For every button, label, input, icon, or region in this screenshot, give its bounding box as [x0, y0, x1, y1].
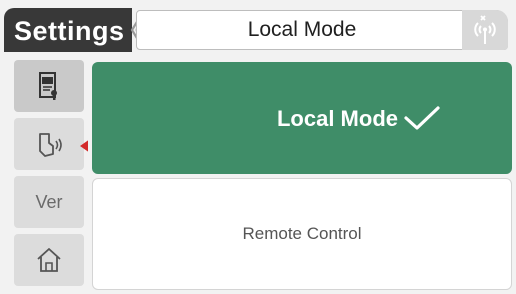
remote-control-label: Remote Control: [242, 224, 362, 243]
sidebar-item-settings-document[interactable]: [14, 60, 84, 112]
settings-tab: Settings: [4, 8, 132, 52]
signal-button[interactable]: [462, 10, 508, 50]
header-bar: Settings Local Mode: [0, 0, 516, 58]
mode-options-panel: Local Mode Remote Control: [88, 58, 516, 294]
local-mode-label: Local Mode: [276, 106, 398, 131]
current-mode-label: Local Mode: [247, 18, 357, 41]
home-icon: [37, 248, 61, 272]
sidebar-item-voice-control[interactable]: [14, 118, 84, 170]
sidebar-item-home[interactable]: [14, 234, 84, 286]
sidebar: Ver: [0, 58, 90, 294]
sidebar-item-version[interactable]: Ver: [14, 176, 84, 228]
local-mode-option[interactable]: Local Mode: [92, 62, 512, 174]
wireless-signal-icon: [474, 15, 496, 44]
current-mode-bar: Local Mode: [136, 10, 508, 50]
remote-control-option[interactable]: Remote Control: [92, 178, 512, 290]
version-label: Ver: [35, 191, 63, 212]
page-title: Settings: [14, 16, 125, 46]
checkmark-icon: [404, 106, 440, 130]
settings-document-icon: [39, 72, 57, 100]
hand-sound-icon: [39, 133, 62, 157]
